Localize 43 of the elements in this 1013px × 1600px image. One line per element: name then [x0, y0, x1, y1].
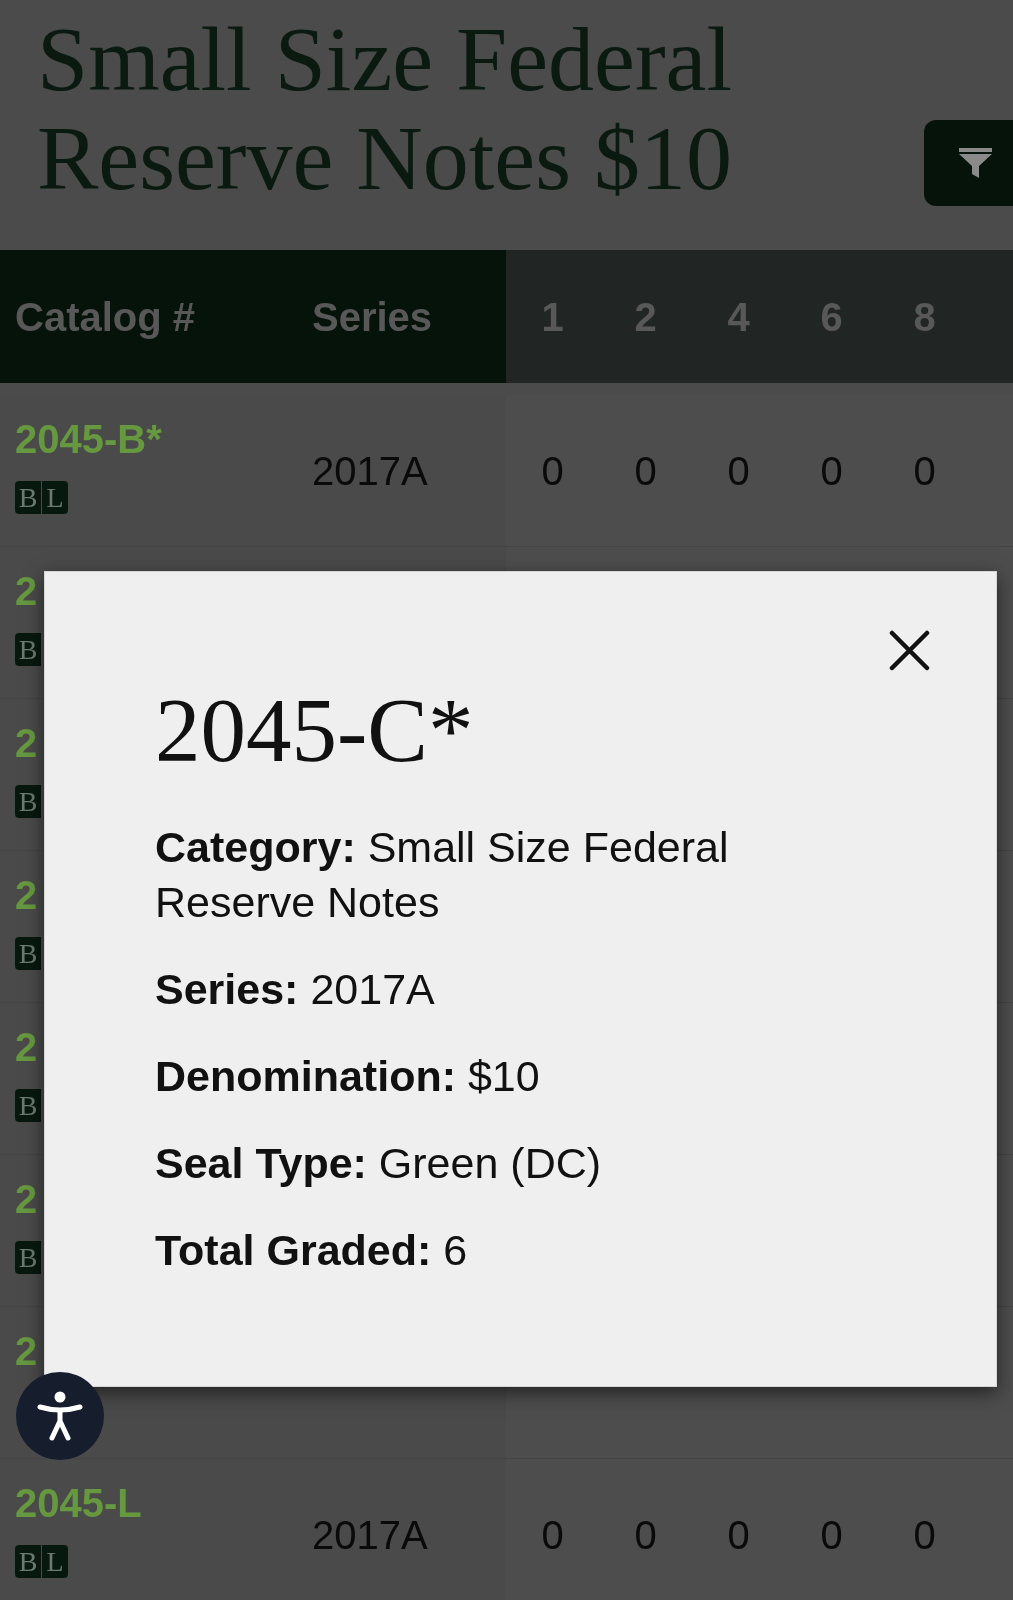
catalog-link[interactable]: 2 — [15, 1181, 38, 1217]
catalog-link[interactable]: 2 — [15, 573, 38, 609]
catalog-link[interactable]: 2045-B* — [15, 421, 162, 457]
catalog-link[interactable]: 2 — [15, 725, 38, 761]
count-cell: 0 — [541, 451, 564, 491]
series-cell: 2017A — [312, 1515, 428, 1555]
count-cell: 0 — [634, 1515, 657, 1555]
close-icon — [889, 630, 930, 671]
modal-title: 2045-C* — [155, 686, 474, 776]
column-header[interactable]: Catalog # — [0, 250, 312, 383]
letter-tile: L — [42, 1545, 68, 1578]
series-cell: 2017A — [312, 451, 428, 491]
page-title: Small Size Federal Reserve Notes $10 — [37, 10, 733, 208]
catalog-link[interactable]: 2 — [15, 1029, 38, 1065]
letter-tile: B — [15, 785, 41, 818]
catalog-link[interactable]: 2 — [15, 1333, 38, 1369]
count-cell: 0 — [541, 1515, 564, 1555]
filter-icon — [959, 148, 992, 178]
letter-tile: B — [15, 1545, 41, 1578]
detail-line: Series: 2017A — [155, 964, 435, 1015]
column-header[interactable]: Series — [312, 250, 506, 383]
letter-tile: B — [15, 633, 41, 666]
detail-line: Category: Small Size Federal Reserve Notes — [155, 822, 730, 928]
count-cell: 0 — [727, 1515, 750, 1555]
count-cell: 0 — [913, 1515, 936, 1555]
letter-tile: B — [15, 937, 41, 970]
catalog-link[interactable]: 2045-L — [15, 1485, 142, 1521]
letter-tile: B — [15, 1089, 41, 1122]
detail-line: Seal Type: Green (DC) — [155, 1138, 602, 1189]
letter-tile: L — [42, 481, 68, 514]
letter-tile: B — [15, 1241, 41, 1274]
letter-tile: B — [15, 481, 41, 514]
catalog-link[interactable]: 2 — [15, 877, 38, 913]
detail-line: Denomination: $10 — [155, 1051, 540, 1102]
close-button[interactable] — [889, 630, 930, 671]
count-cell: 0 — [727, 451, 750, 491]
count-cell: 0 — [634, 451, 657, 491]
count-cell: 0 — [820, 1515, 843, 1555]
accessibility-icon — [37, 1391, 83, 1441]
detail-line: Total Graded: 6 — [155, 1225, 468, 1276]
count-cell: 0 — [913, 451, 936, 491]
count-cell: 0 — [820, 451, 843, 491]
filter-button[interactable] — [924, 120, 1013, 206]
